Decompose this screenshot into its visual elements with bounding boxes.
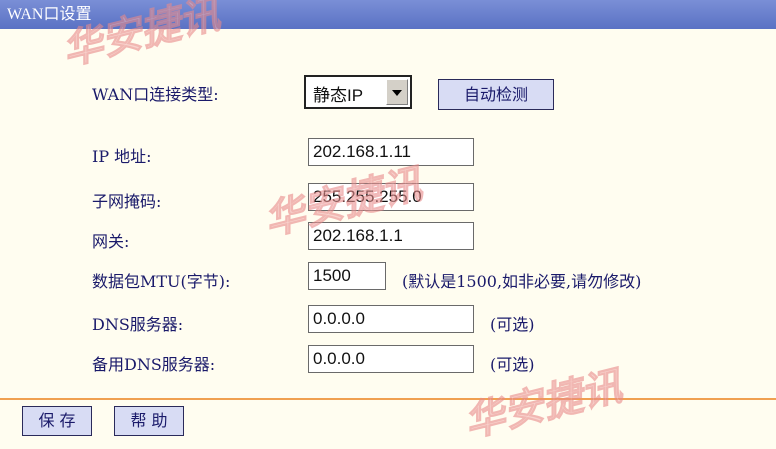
auto-detect-button[interactable]: 自动检测 [438, 79, 554, 110]
dns-optional-note: (可选) [490, 315, 535, 334]
backup-dns-label: 备用DNS服务器: [92, 355, 216, 374]
watermark: 华安捷讯 [459, 362, 627, 447]
ip-address-label: IP 地址: [92, 147, 152, 166]
mtu-note: (默认是1500,如非必要,请勿修改) [402, 272, 642, 291]
connection-type-select[interactable]: 静态IP [304, 75, 412, 109]
backup-dns-input[interactable]: 0.0.0.0 [308, 345, 474, 373]
dns-server-label: DNS服务器: [92, 315, 184, 334]
ip-address-input[interactable]: 202.168.1.11 [308, 138, 474, 166]
dns-server-input[interactable]: 0.0.0.0 [308, 305, 474, 333]
mtu-label: 数据包MTU(字节): [92, 272, 231, 291]
backup-dns-optional-note: (可选) [490, 355, 535, 374]
subnet-mask-input[interactable]: 255.255.255.0 [308, 183, 474, 211]
title-bar: WAN口设置 [0, 0, 776, 29]
connection-type-value: 静态IP [313, 86, 364, 105]
gateway-input[interactable]: 202.168.1.1 [308, 222, 474, 250]
page-title: WAN口设置 [7, 6, 92, 23]
chevron-down-icon[interactable] [386, 79, 408, 105]
save-button[interactable]: 保 存 [22, 406, 92, 436]
divider [0, 398, 776, 400]
subnet-mask-label: 子网掩码: [92, 192, 162, 211]
mtu-input[interactable]: 1500 [308, 262, 386, 290]
gateway-label: 网关: [92, 232, 130, 251]
help-button[interactable]: 帮 助 [114, 406, 184, 436]
connection-type-label: WAN口连接类型: [92, 85, 219, 104]
